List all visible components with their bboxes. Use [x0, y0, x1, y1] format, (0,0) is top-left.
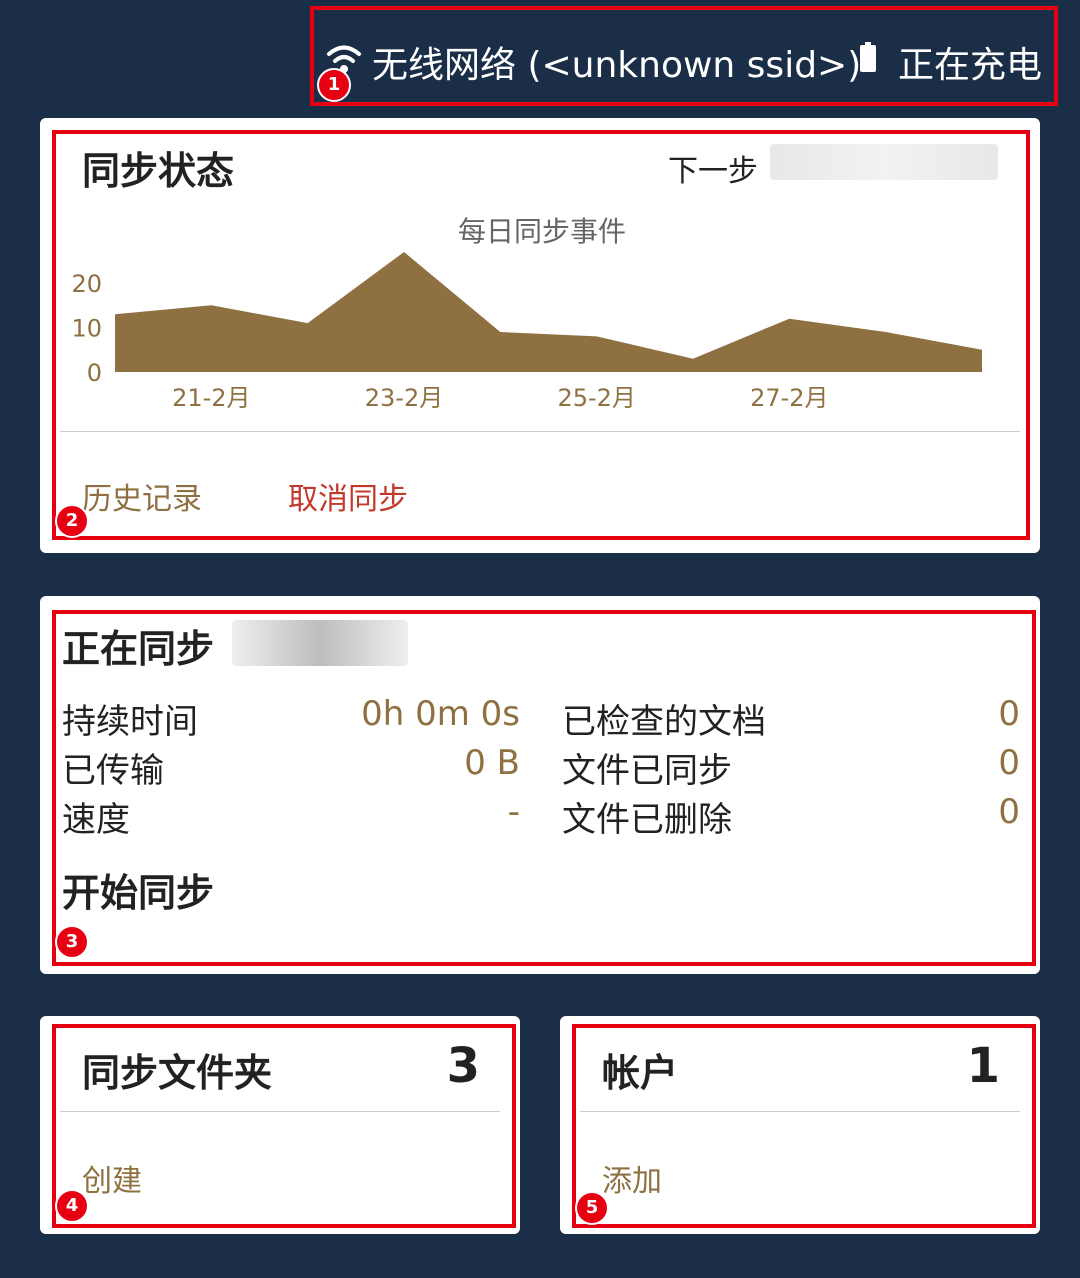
highlight-box-1: [310, 6, 1058, 106]
annotation-badge-5: 5: [575, 1191, 609, 1225]
highlight-box-4: [52, 1024, 516, 1228]
highlight-box-3: [52, 610, 1036, 966]
annotation-badge-3: 3: [55, 925, 89, 959]
annotation-badge-4: 4: [55, 1189, 89, 1223]
annotation-badge-2: 2: [55, 504, 89, 538]
annotation-badge-1: 1: [317, 68, 351, 102]
highlight-box-5: [572, 1024, 1036, 1228]
highlight-box-2: [52, 130, 1030, 540]
